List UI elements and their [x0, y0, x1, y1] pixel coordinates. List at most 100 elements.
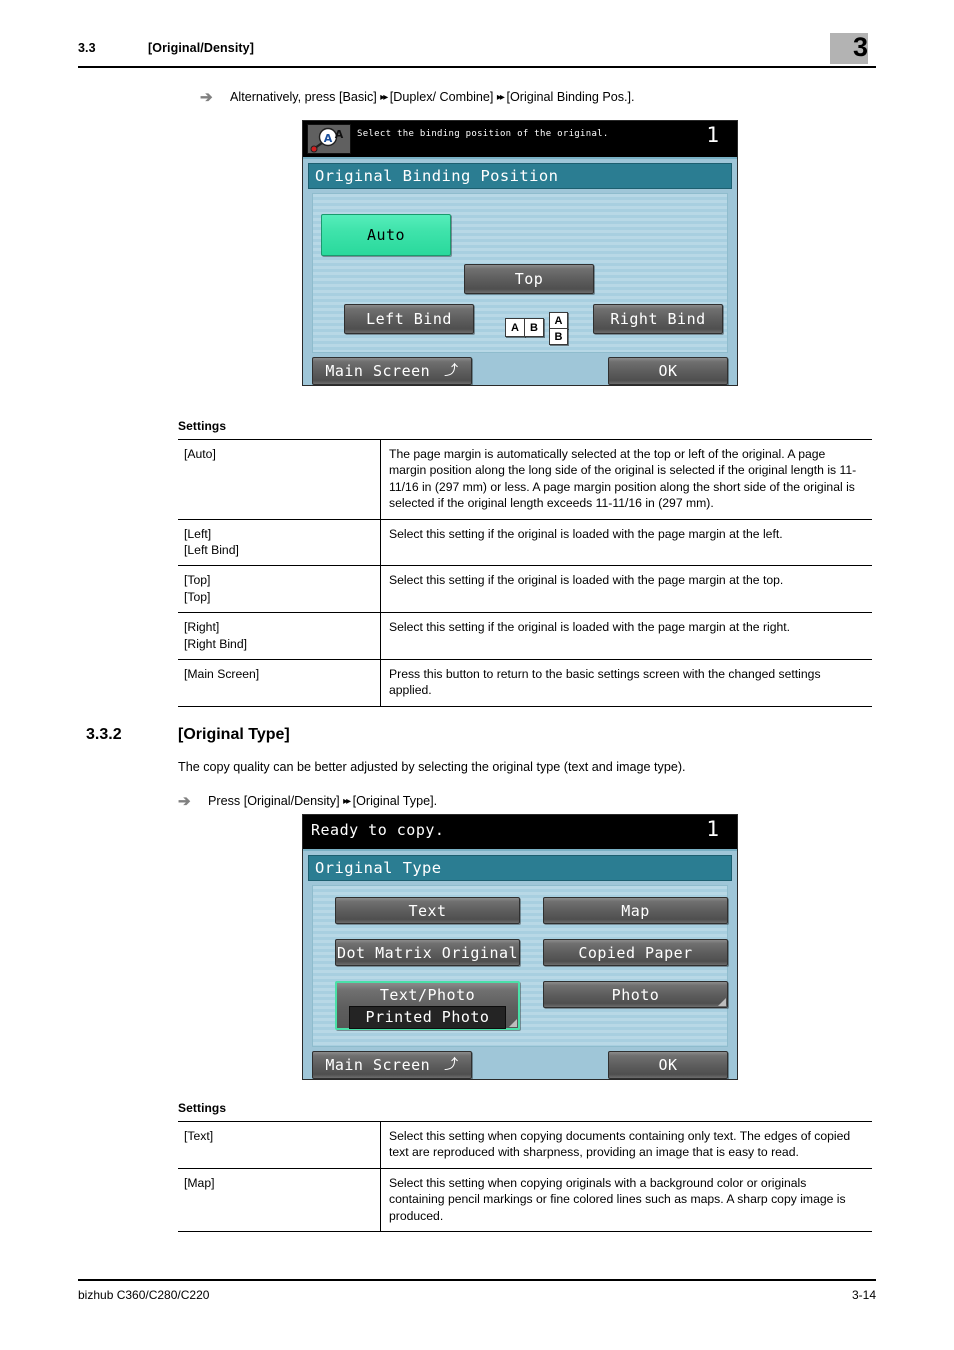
- button-text-photo-sublabel: Printed Photo: [348, 1006, 507, 1029]
- button-auto-label: Auto: [366, 226, 406, 244]
- setting-description: Select this setting if the original is l…: [380, 565, 872, 613]
- submenu-corner-icon: [718, 998, 726, 1006]
- lcd1-top-status-bar: A A Select the binding position of the o…: [303, 121, 737, 157]
- button-ok-label: OK: [658, 1056, 678, 1074]
- header-section-number: 3.3: [78, 41, 96, 55]
- lcd1-body: Original Binding Position Auto Top Left …: [303, 157, 737, 385]
- button-text-photo-label: Text/Photo: [379, 986, 476, 1004]
- setting-name: [Top] [Top]: [178, 565, 381, 613]
- button-text[interactable]: Text: [335, 897, 520, 924]
- table-row: [Right] [Right Bind] Select this setting…: [178, 612, 872, 660]
- setting-description: Select this setting if the original is l…: [380, 518, 872, 566]
- lcd-screen-original-type[interactable]: Ready to copy. 1 Original Type Text Map …: [302, 814, 738, 1080]
- table-row: [Map] Select this setting when copying o…: [178, 1167, 872, 1233]
- magnifier-a-icon: A A: [307, 124, 351, 154]
- lcd2-copy-count: 1: [706, 817, 719, 841]
- return-arrow-icon: ⤴: [444, 1057, 459, 1073]
- button-ok-label: OK: [658, 362, 678, 380]
- button-photo[interactable]: Photo: [543, 981, 728, 1008]
- lcd1-status-message: Select the binding position of the origi…: [357, 129, 609, 139]
- setting-name: [Map]: [178, 1167, 381, 1233]
- setting-name: [Right] [Right Bind]: [178, 612, 381, 660]
- chapter-number: 3: [852, 32, 868, 62]
- lcd1-content-panel: Auto Top Left Bind Right Bind A B A B: [312, 193, 728, 353]
- button-map[interactable]: Map: [543, 897, 728, 924]
- button-top-label: Top: [514, 270, 544, 288]
- button-right-bind[interactable]: Right Bind: [593, 304, 723, 334]
- table-row: [Main Screen] Press this button to retur…: [178, 659, 872, 707]
- button-text-photo[interactable]: Text/Photo Printed Photo: [335, 981, 520, 1030]
- button-photo-label: Photo: [611, 985, 660, 1004]
- button-main-screen-label: Main Screen: [325, 1056, 431, 1074]
- svg-text:A: A: [335, 128, 344, 141]
- footer-page-number: 3-14: [851, 1288, 876, 1302]
- step-arrow-icon: ➔: [178, 793, 191, 810]
- step-arrow-icon: ➔: [200, 89, 213, 106]
- button-dot-matrix-label: Dot Matrix Original: [336, 943, 519, 962]
- section-332-title: [Original Type]: [178, 726, 290, 743]
- settings-table-1: [Auto] The page margin is automatically …: [178, 439, 872, 707]
- button-left-bind[interactable]: Left Bind: [344, 304, 474, 334]
- button-copied-paper-label: Copied Paper: [578, 943, 693, 962]
- button-map-label: Map: [621, 901, 650, 920]
- section-332-number: 3.3.2: [86, 726, 122, 743]
- setting-description: The page margin is automatically selecte…: [380, 439, 872, 520]
- button-ok[interactable]: OK: [608, 357, 728, 385]
- step1-text-before: Alternatively, press [Basic]: [230, 90, 377, 104]
- step-instruction-2: Press [Original/Density] ▸▸ [Original Ty…: [208, 792, 868, 811]
- table-row: [Left] [Left Bind] Select this setting i…: [178, 518, 872, 566]
- settings-heading-1: Settings: [178, 419, 227, 433]
- header-section-title: [Original/Density]: [148, 41, 254, 55]
- button-copied-paper[interactable]: Copied Paper: [543, 939, 728, 966]
- button-top[interactable]: Top: [464, 264, 594, 294]
- table-row: [Auto] The page margin is automatically …: [178, 439, 872, 520]
- button-dot-matrix-original[interactable]: Dot Matrix Original: [335, 939, 520, 966]
- button-right-bind-label: Right Bind: [610, 310, 706, 328]
- button-auto[interactable]: Auto: [321, 214, 451, 256]
- table-row: [Text] Select this setting when copying …: [178, 1121, 872, 1169]
- setting-name: [Main Screen]: [178, 659, 381, 707]
- submenu-corner-icon: [509, 1019, 517, 1027]
- lcd2-content-panel: Text Map Dot Matrix Original Copied Pape…: [312, 885, 728, 1047]
- double-arrow-icon: ▸▸: [496, 92, 505, 103]
- lcd2-title: Original Type: [308, 855, 732, 881]
- illus-page-a2: A: [549, 312, 568, 329]
- setting-description: Press this button to return to the basic…: [380, 659, 872, 707]
- step2-text-before: Press [Original/Density]: [208, 794, 340, 808]
- lcd2-top-status-bar: Ready to copy. 1: [303, 815, 737, 849]
- lcd2-footer-bar: Main Screen ⤴ OK: [308, 1051, 732, 1079]
- table-row: [Top] [Top] Select this setting if the o…: [178, 565, 872, 613]
- setting-name: [Text]: [178, 1121, 381, 1169]
- illus-page-b2: B: [549, 328, 568, 345]
- illus-page-b: B: [524, 318, 544, 337]
- setting-name: [Auto]: [178, 439, 381, 520]
- return-arrow-icon: ⤴: [444, 363, 459, 379]
- button-text-label: Text: [408, 901, 447, 920]
- lcd1-title: Original Binding Position: [308, 163, 732, 189]
- button-main-screen[interactable]: Main Screen ⤴: [312, 1051, 472, 1079]
- double-arrow-icon: ▸▸: [380, 92, 388, 103]
- page-header: 3.3 [Original/Density] 3: [78, 32, 876, 72]
- step1-text-after: [Original Binding Pos.].: [506, 90, 635, 104]
- lcd2-status-message: Ready to copy.: [311, 821, 445, 839]
- lcd1-footer-bar: Main Screen ⤴ OK: [308, 357, 732, 385]
- button-ok[interactable]: OK: [608, 1051, 728, 1079]
- step-instruction-1: Alternatively, press [Basic] ▸▸ [Duplex/…: [230, 88, 890, 107]
- setting-description: Select this setting when copying origina…: [380, 1167, 872, 1233]
- step1-text-mid: [Duplex/ Combine]: [389, 90, 494, 104]
- lcd-screen-original-binding-position[interactable]: A A Select the binding position of the o…: [302, 120, 738, 386]
- settings-table-2: [Text] Select this setting when copying …: [178, 1121, 872, 1233]
- button-left-bind-label: Left Bind: [366, 310, 452, 328]
- double-arrow-icon: ▸▸: [343, 796, 351, 807]
- header-divider: [78, 66, 876, 68]
- setting-name: [Left] [Left Bind]: [178, 518, 381, 566]
- svg-text:A: A: [324, 132, 333, 145]
- step2-text-after: [Original Type].: [352, 794, 438, 808]
- footer-divider: [78, 1279, 876, 1281]
- setting-description: Select this setting when copying documen…: [380, 1121, 872, 1169]
- settings-heading-2: Settings: [178, 1101, 227, 1115]
- button-main-screen[interactable]: Main Screen ⤴: [312, 357, 472, 385]
- lcd1-copy-count: 1: [706, 123, 719, 147]
- section-332-description: The copy quality can be better adjusted …: [178, 760, 686, 774]
- illus-page-a: A: [505, 318, 525, 337]
